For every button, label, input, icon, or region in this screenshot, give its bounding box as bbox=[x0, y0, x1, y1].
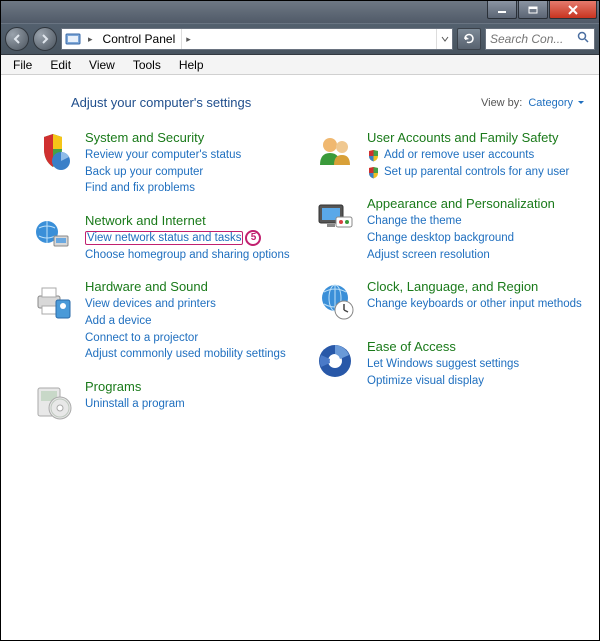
uac-shield-icon bbox=[367, 166, 380, 179]
category-body: Programs Uninstall a program bbox=[85, 379, 303, 423]
category-link[interactable]: Choose homegroup and sharing options bbox=[85, 247, 303, 264]
category-title[interactable]: Network and Internet bbox=[85, 213, 303, 228]
category-globe-clock: Clock, Language, and Region Change keyboa… bbox=[313, 279, 585, 323]
search-icon bbox=[577, 31, 590, 47]
highlighted-link-text: View network status and tasks bbox=[85, 231, 243, 245]
category-link[interactable]: Add a device bbox=[85, 313, 303, 330]
category-title[interactable]: Ease of Access bbox=[367, 339, 585, 354]
breadcrumb-root[interactable]: Control Panel bbox=[97, 29, 183, 49]
content-header: Adjust your computer's settings View by:… bbox=[71, 95, 585, 110]
link-text: Set up parental controls for any user bbox=[384, 164, 569, 181]
close-icon bbox=[567, 5, 579, 15]
refresh-icon bbox=[462, 32, 476, 46]
category-shield-chart: System and Security Review your computer'… bbox=[31, 130, 303, 197]
globe-network-icon[interactable] bbox=[31, 213, 75, 257]
maximize-icon bbox=[528, 6, 538, 14]
address-dropdown[interactable] bbox=[436, 29, 452, 49]
uac-shield-icon bbox=[367, 149, 380, 162]
shield-chart-icon[interactable] bbox=[31, 130, 75, 174]
category-title[interactable]: Clock, Language, and Region bbox=[367, 279, 585, 294]
category-people: User Accounts and Family Safety Add or re… bbox=[313, 130, 585, 180]
view-by: View by: Category bbox=[481, 97, 585, 109]
category-columns: System and Security Review your computer'… bbox=[31, 130, 585, 439]
view-by-label: View by: bbox=[481, 97, 522, 109]
monitor-paint-icon[interactable] bbox=[313, 196, 357, 240]
category-globe-network: Network and Internet View network status … bbox=[31, 213, 303, 263]
menu-view[interactable]: View bbox=[81, 57, 123, 73]
view-by-select[interactable]: Category bbox=[528, 97, 585, 109]
address-bar[interactable]: ▸ Control Panel ▸ bbox=[61, 28, 453, 50]
refresh-button[interactable] bbox=[457, 28, 481, 50]
link-text: Add or remove user accounts bbox=[384, 147, 534, 164]
search-box[interactable] bbox=[485, 28, 595, 50]
category-disc-box: Programs Uninstall a program bbox=[31, 379, 303, 423]
menu-edit[interactable]: Edit bbox=[42, 57, 79, 73]
content-area: Adjust your computer's settings View by:… bbox=[1, 75, 599, 640]
forward-arrow-icon bbox=[39, 33, 51, 45]
category-link[interactable]: Change desktop background bbox=[367, 230, 585, 247]
category-link[interactable]: Optimize visual display bbox=[367, 373, 585, 390]
minimize-icon bbox=[497, 6, 507, 14]
globe-clock-icon[interactable] bbox=[313, 279, 357, 323]
category-link[interactable]: Change the theme bbox=[367, 213, 585, 230]
category-title[interactable]: Programs bbox=[85, 379, 303, 394]
category-link[interactable]: Connect to a projector bbox=[85, 330, 303, 347]
category-link[interactable]: Back up your computer bbox=[85, 164, 303, 181]
search-input[interactable] bbox=[490, 32, 577, 46]
titlebar bbox=[1, 1, 599, 23]
view-by-value: Category bbox=[528, 97, 573, 109]
category-body: User Accounts and Family Safety Add or re… bbox=[367, 130, 585, 180]
category-body: Ease of Access Let Windows suggest settin… bbox=[367, 339, 585, 389]
forward-button[interactable] bbox=[33, 27, 57, 51]
category-printer-devices: Hardware and Sound View devices and print… bbox=[31, 279, 303, 363]
control-panel-icon bbox=[62, 29, 84, 49]
disc-box-icon[interactable] bbox=[31, 379, 75, 423]
window-frame: ▸ Control Panel ▸ File Edit View Tools H… bbox=[0, 0, 600, 641]
chevron-right-icon[interactable]: ▸ bbox=[182, 29, 195, 49]
category-body: Clock, Language, and Region Change keyboa… bbox=[367, 279, 585, 323]
people-icon[interactable] bbox=[313, 130, 357, 174]
left-column: System and Security Review your computer'… bbox=[31, 130, 303, 439]
category-title[interactable]: Hardware and Sound bbox=[85, 279, 303, 294]
category-link[interactable]: Review your computer's status bbox=[85, 147, 303, 164]
chevron-right-icon[interactable]: ▸ bbox=[84, 29, 97, 49]
category-link[interactable]: Adjust screen resolution bbox=[367, 247, 585, 264]
category-link[interactable]: Set up parental controls for any user bbox=[367, 164, 585, 181]
category-link[interactable]: Uninstall a program bbox=[85, 396, 303, 413]
category-link[interactable]: View devices and printers bbox=[85, 296, 303, 313]
category-link[interactable]: Add or remove user accounts bbox=[367, 147, 585, 164]
category-link[interactable]: Find and fix problems bbox=[85, 180, 303, 197]
category-link[interactable]: Change keyboards or other input methods bbox=[367, 296, 585, 313]
menu-tools[interactable]: Tools bbox=[125, 57, 169, 73]
page-title: Adjust your computer's settings bbox=[71, 95, 251, 110]
category-link[interactable]: Let Windows suggest settings bbox=[367, 356, 585, 373]
menu-help[interactable]: Help bbox=[171, 57, 212, 73]
minimize-button[interactable] bbox=[487, 1, 517, 19]
menu-file[interactable]: File bbox=[5, 57, 40, 73]
category-body: Hardware and Sound View devices and print… bbox=[85, 279, 303, 363]
close-button[interactable] bbox=[549, 1, 597, 19]
category-link[interactable]: Adjust commonly used mobility settings bbox=[85, 346, 303, 363]
back-arrow-icon bbox=[11, 33, 23, 45]
category-body: Network and Internet View network status … bbox=[85, 213, 303, 263]
category-access-ring: Ease of Access Let Windows suggest settin… bbox=[313, 339, 585, 389]
chevron-down-icon bbox=[441, 35, 449, 43]
category-title[interactable]: Appearance and Personalization bbox=[367, 196, 585, 211]
printer-devices-icon[interactable] bbox=[31, 279, 75, 323]
category-body: System and Security Review your computer'… bbox=[85, 130, 303, 197]
annotation-badge: 5 bbox=[245, 230, 261, 246]
category-monitor-paint: Appearance and Personalization Change the… bbox=[313, 196, 585, 263]
chevron-down-icon bbox=[577, 100, 585, 106]
category-body: Appearance and Personalization Change the… bbox=[367, 196, 585, 263]
category-link[interactable]: View network status and tasks5 bbox=[85, 230, 303, 247]
maximize-button[interactable] bbox=[518, 1, 548, 19]
menu-bar: File Edit View Tools Help bbox=[1, 55, 599, 75]
nav-row: ▸ Control Panel ▸ bbox=[1, 23, 599, 55]
right-column: User Accounts and Family Safety Add or re… bbox=[313, 130, 585, 439]
back-button[interactable] bbox=[5, 27, 29, 51]
access-ring-icon[interactable] bbox=[313, 339, 357, 383]
category-title[interactable]: User Accounts and Family Safety bbox=[367, 130, 585, 145]
category-title[interactable]: System and Security bbox=[85, 130, 303, 145]
